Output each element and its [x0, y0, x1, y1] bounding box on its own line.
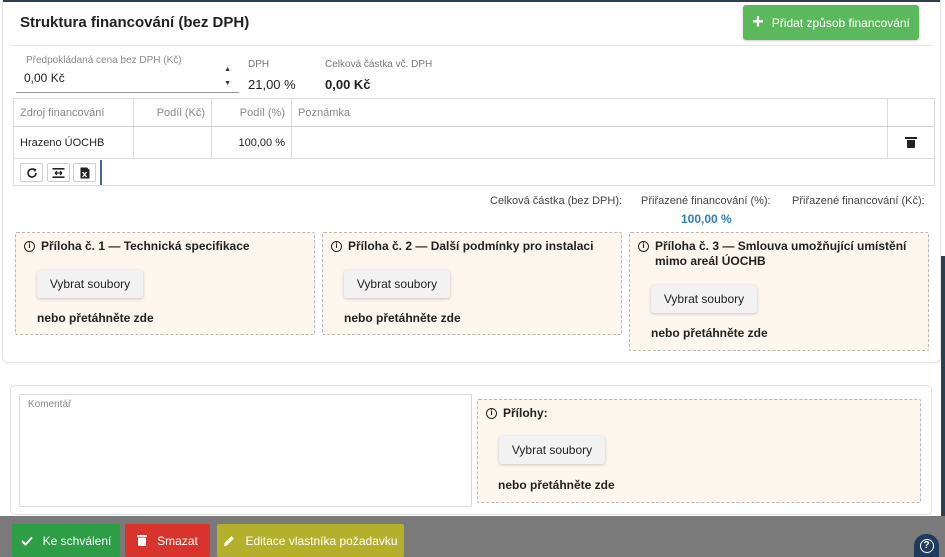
summary-assigned-czk-label: Přiřazené financování (Kč):: [792, 195, 925, 207]
extra-attachments-title: i Přílohy:: [486, 406, 548, 421]
attachment-title-text-1: Příloha č. 1 — Technická specifikace: [41, 239, 250, 253]
card-header: Struktura financování (bez DPH) + Přidat…: [11, 2, 932, 46]
drop-hint-3: nebo přetáhněte zde: [651, 326, 768, 340]
dph-value: 21,00 %: [248, 77, 296, 92]
extra-attachments-dropzone[interactable]: i Přílohy: Vybrat soubory nebo přetáhnět…: [477, 399, 921, 503]
drop-hint-1: nebo přetáhněte zde: [37, 311, 154, 325]
cell-note[interactable]: [292, 127, 888, 158]
financing-card: Struktura financování (bez DPH) + Přidat…: [2, 0, 941, 363]
refresh-button[interactable]: [20, 163, 43, 182]
edit-owner-label: Editace vlastníka požadavku: [245, 533, 398, 548]
spin-up-icon[interactable]: ▲: [224, 63, 231, 77]
grid-toolbar: [14, 159, 934, 186]
delete-label: Smazat: [157, 533, 198, 548]
pencil-icon: [224, 535, 235, 546]
fit-columns-button[interactable]: [47, 163, 70, 182]
summary-total-label: Celková částka (bez DPH):: [490, 195, 623, 207]
dph-block: DPH 21,00 %: [248, 59, 296, 92]
excel-export-icon: [80, 167, 89, 178]
cell-share-pct[interactable]: 100,00 %: [212, 127, 292, 158]
estimated-price-field[interactable]: Předpokládaná cena bez DPH (Kč) 0,00 Kč …: [16, 55, 239, 93]
extra-drop-hint: nebo přetáhněte zde: [498, 478, 615, 492]
extra-select-files-button[interactable]: Vybrat soubory: [499, 436, 605, 464]
approve-label: Ke schválení: [42, 533, 112, 548]
help-button[interactable]: ?: [914, 534, 939, 557]
cell-source[interactable]: Hrazeno ÚOCHB: [14, 127, 134, 158]
extra-attachments-title-text: Přílohy:: [503, 406, 548, 420]
select-files-button-3[interactable]: Vybrat soubory: [651, 285, 757, 313]
attachment-title-3: i Příloha č. 3 — Smlouva umožňující umís…: [638, 239, 923, 269]
price-spinner[interactable]: ▲ ▼: [224, 63, 231, 91]
edit-owner-button[interactable]: Editace vlastníka požadavku: [217, 524, 404, 557]
comment-textarea[interactable]: Komentář: [19, 394, 472, 507]
attachment-title-2: i Příloha č. 2 — Další podmínky pro inst…: [331, 239, 593, 254]
dph-label: DPH: [248, 59, 270, 70]
grid-header: Zdroj financování Podíl (Kč) Podíl (%) P…: [14, 99, 934, 127]
info-icon: i: [331, 241, 342, 252]
excel-export-button[interactable]: [73, 163, 96, 182]
column-header-actions: [888, 99, 934, 126]
spin-down-icon[interactable]: ▼: [224, 77, 231, 91]
grid-cursor-divider: [100, 160, 102, 185]
table-row[interactable]: Hrazeno ÚOCHB 100,00 %: [14, 127, 934, 159]
column-header-share-czk[interactable]: Podíl (Kč): [134, 99, 212, 126]
help-icon: ?: [919, 538, 934, 553]
right-edge-accent: [941, 256, 945, 546]
add-financing-button[interactable]: + Přidat způsob financování: [743, 5, 919, 40]
financing-grid: Zdroj financování Podíl (Kč) Podíl (%) P…: [13, 98, 935, 186]
estimated-price-value[interactable]: 0,00 Kč: [24, 71, 65, 85]
attachment-title-1: i Příloha č. 1 — Technická specifikace: [24, 239, 250, 254]
attachment-title-text-3: Příloha č. 3 — Smlouva umožňující umístě…: [655, 239, 907, 268]
column-header-source[interactable]: Zdroj financování: [14, 99, 134, 126]
comment-card: Komentář i Přílohy: Vybrat soubory nebo …: [10, 385, 932, 515]
plus-icon: +: [752, 10, 764, 33]
approve-button[interactable]: Ke schválení: [12, 524, 120, 557]
total-with-dph-block: Celková částka vč. DPH 0,00 Kč: [325, 59, 432, 92]
info-icon: i: [486, 408, 497, 419]
total-with-dph-value: 0,00 Kč: [325, 77, 371, 92]
comment-label: Komentář: [28, 399, 72, 410]
total-with-dph-label: Celková částka vč. DPH: [325, 59, 433, 70]
attachment-title-text-2: Příloha č. 2 — Další podmínky pro instal…: [348, 239, 594, 253]
trash-icon: [905, 137, 917, 148]
fit-columns-icon: [52, 167, 65, 178]
delete-row-button[interactable]: [888, 127, 934, 158]
select-files-button-1[interactable]: Vybrat soubory: [37, 270, 143, 298]
cell-share-czk[interactable]: [134, 127, 212, 158]
action-bar: Ke schválení Smazat Editace vlastníka po…: [0, 516, 945, 557]
attachment-dropzone-2[interactable]: i Příloha č. 2 — Další podmínky pro inst…: [322, 232, 622, 335]
info-icon: i: [638, 241, 649, 252]
card-title: Struktura financování (bez DPH): [20, 14, 250, 31]
info-icon: i: [24, 241, 35, 252]
attachment-dropzone-3[interactable]: i Příloha č. 3 — Smlouva umožňující umís…: [629, 232, 929, 351]
drop-hint-2: nebo přetáhněte zde: [344, 311, 461, 325]
select-files-button-2[interactable]: Vybrat soubory: [344, 270, 450, 298]
add-financing-label: Přidat způsob financování: [771, 15, 910, 30]
estimated-price-label: Předpokládaná cena bez DPH (Kč): [26, 55, 182, 66]
column-header-note[interactable]: Poznámka: [292, 99, 888, 126]
delete-button[interactable]: Smazat: [125, 524, 210, 557]
summary-assigned-pct-value: 100,00 %: [681, 212, 732, 226]
check-icon: [20, 536, 33, 546]
trash-icon: [137, 535, 148, 546]
attachment-dropzone-1[interactable]: i Příloha č. 1 — Technická specifikace V…: [15, 232, 315, 335]
summary-assigned-pct-label: Přiřazené financování (%):: [641, 195, 771, 207]
column-header-share-pct[interactable]: Podíl (%): [212, 99, 292, 126]
refresh-icon: [26, 167, 37, 178]
page: Struktura financování (bez DPH) + Přidat…: [0, 0, 945, 557]
